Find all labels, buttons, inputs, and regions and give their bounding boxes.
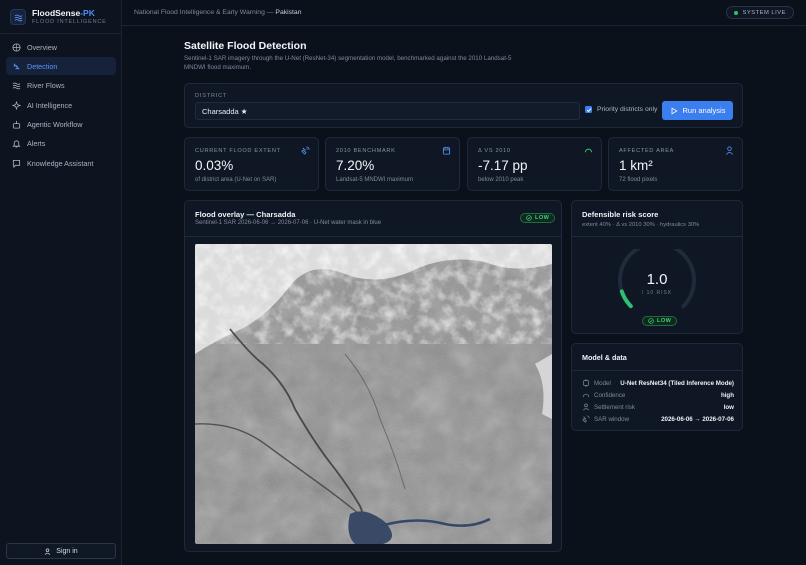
model-row: Confidence high [582,390,734,400]
district-label: DISTRICT [195,93,228,99]
waves-icon [12,62,21,71]
chat-icon [12,159,21,168]
metric-value: -7.17 pp [478,158,528,173]
sidebar-item-river-flows[interactable]: River Flows [6,77,116,95]
person-icon [725,146,734,155]
metric-note: below 2010 peak [478,177,524,183]
sidebar-nav: Overview Detection River Flows AI Intell… [6,38,116,174]
risk-level-badge: LOW [520,213,556,223]
risk-score-value: 1.0 [646,271,668,288]
overlay-subtitle: Sentinel-1 SAR 2026-06-06 → 2026-07-06 ·… [195,220,382,226]
model-divider [572,370,742,371]
sidebar-item-label: AI Intelligence [27,100,73,110]
trend-icon [584,146,593,155]
risk-score-panel: Defensible risk score extent 40% · Δ vs … [571,200,743,334]
district-panel: DISTRICT Charsadda ★ Priority districts … [184,83,743,128]
model-data-panel: Model & data Model U-Net ResNet34 (Tiled… [571,343,743,431]
metric-value: 1 km² [619,158,653,173]
waves-logo-icon [10,9,26,25]
river-icon [12,81,21,90]
sparkle-icon [12,100,21,110]
app-subtitle: FLOOD INTELLIGENCE [32,19,107,25]
sar-flood-image[interactable] [195,244,552,544]
status-dot-icon [734,10,739,15]
breadcrumb: National Flood Intelligence & Early Warn… [134,9,302,16]
check-circle-icon [526,215,532,221]
metric-value: 7.20% [336,158,375,173]
flood-overlay-panel: Flood overlay — Charsadda Sentinel-1 SAR… [184,200,562,552]
metric-value: 0.03% [195,158,234,173]
risk-gauge: 1.0 / 10 RISK [617,241,697,319]
sidebar-item-label: Agentic Workflow [27,120,83,130]
sidebar-divider [0,33,122,34]
cpu-icon [582,379,590,387]
metric-label: CURRENT FLOOD EXTENT [195,148,281,154]
sidebar-item-label: Knowledge Assistant [27,158,94,168]
metric-label: Δ VS 2010 [478,148,511,154]
metric-delta-vs-2010: Δ VS 2010 -7.17 pp below 2010 peak [467,137,602,191]
metric-note: of district area (U-Net on SAR) [195,177,277,183]
sidebar-item-label: Alerts [27,139,46,149]
play-icon [670,107,678,115]
risk-divider [572,236,742,237]
sidebar-item-overview[interactable]: Overview [6,38,116,56]
grid-icon [12,42,21,52]
priority-label: Priority districts only [597,106,658,113]
workflow-icon [12,120,21,129]
metric-current-flood-extent: CURRENT FLOOD EXTENT 0.03% of district a… [184,137,319,191]
sidebar-item-alerts[interactable]: Alerts [6,135,116,153]
page-subtitle: Sentinel-1 SAR imagery through the U-Net… [184,55,512,71]
district-select[interactable]: Charsadda ★ [195,102,580,120]
model-title: Model & data [582,353,627,362]
sidebar-item-label: Detection [27,61,58,71]
sign-in-label: Sign in [56,547,78,555]
model-row: Settlement risk low [582,402,734,412]
brand[interactable]: FloodSense-PK FLOOD INTELLIGENCE [8,7,118,27]
sidebar-item-label: River Flows [27,81,65,91]
gauge-icon [582,391,590,399]
model-row: SAR window 2026-06-06 → 2026-07-06 [582,414,734,424]
priority-districts-toggle[interactable]: Priority districts only [585,106,657,113]
overlay-title: Flood overlay — Charsadda [195,210,296,219]
risk-scale-label: / 10 RISK [641,290,673,296]
risk-title: Defensible risk score [582,210,659,219]
breadcrumb-country: Pakistan [275,9,302,16]
checkbox-checked-icon[interactable] [585,106,592,113]
metric-note: 72 flood pixels [619,177,658,183]
run-analysis-button[interactable]: Run analysis [662,101,733,120]
people-icon [582,403,590,411]
sign-in-button[interactable]: Sign in [6,543,116,559]
metric-2010-benchmark: 2010 BENCHMARK 7.20% Landsat-5 MNDWI max… [325,137,460,191]
snowy-texture [195,244,552,344]
metric-label: 2010 BENCHMARK [336,148,396,154]
app-name: FloodSense-PK [32,8,95,18]
user-icon [44,548,51,555]
metric-label: AFFECTED AREA [619,148,675,154]
sidebar-item-ai-intelligence[interactable]: AI Intelligence [6,96,116,114]
calendar-icon [442,146,451,155]
sidebar-item-agentic-workflow[interactable]: Agentic Workflow [6,116,116,134]
bell-icon [12,139,21,148]
sidebar: FloodSense-PK FLOOD INTELLIGENCE Overvie… [0,0,122,565]
metric-note: Landsat-5 MNDWI maximum [336,177,414,183]
page-title: Satellite Flood Detection [184,40,307,52]
check-circle-icon [648,318,654,324]
sidebar-item-label: Overview [27,42,57,52]
risk-level-badge: LOW [642,316,678,326]
sidebar-item-detection[interactable]: Detection [6,57,116,76]
metric-affected-area: AFFECTED AREA 1 km² 72 flood pixels [608,137,743,191]
satellite-icon [582,415,590,423]
model-row: Model U-Net ResNet34 (Tiled Inference Mo… [582,378,734,388]
overlay-divider [185,236,561,237]
status-badge: SYSTEM LIVE [726,6,794,19]
top-bar: National Flood Intelligence & Early Warn… [122,0,806,26]
sidebar-item-knowledge-assistant[interactable]: Knowledge Assistant [6,154,116,172]
risk-subtitle: extent 40% · Δ vs 2010 30% · hydraulics … [582,222,700,228]
satellite-icon [301,146,310,155]
